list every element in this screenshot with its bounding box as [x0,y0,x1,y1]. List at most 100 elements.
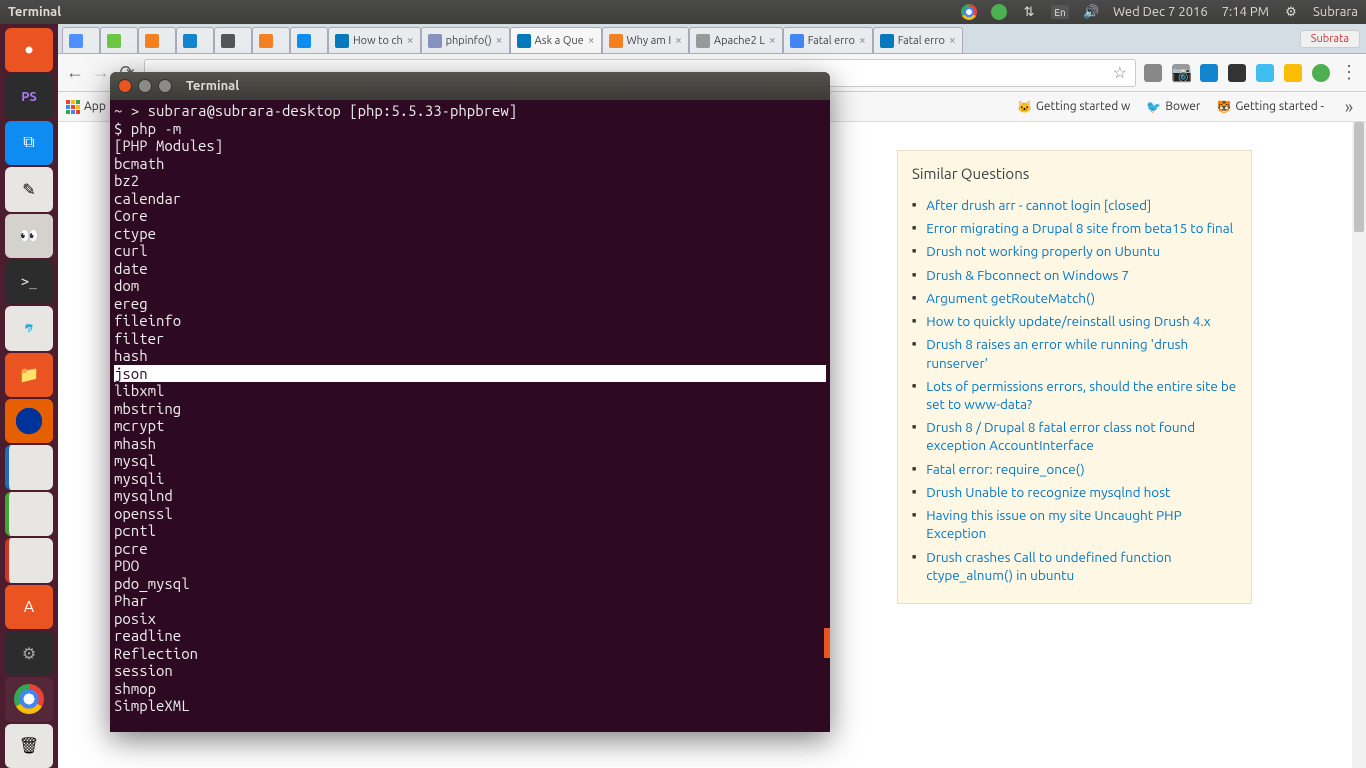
browser-tab[interactable]: Ask a Que× [510,27,602,53]
browser-tab[interactable] [252,27,290,53]
libreoffice-impress-icon[interactable] [5,538,53,582]
mysql-workbench-icon[interactable]: 🐬 [5,306,53,350]
terminal-line: $ php -m [114,120,826,138]
terminal-line: mcrypt [114,417,826,435]
chrome-indicator-icon[interactable] [961,4,977,20]
browser-tab[interactable]: Fatal erro× [783,27,873,53]
browser-tab[interactable] [214,27,252,53]
libreoffice-calc-icon[interactable] [5,492,53,536]
ext-icon[interactable] [1144,64,1162,82]
similar-question-link[interactable]: Drush 8 / Drupal 8 fatal error class not… [926,418,1237,454]
similar-question-link[interactable]: Argument getRouteMatch() [926,289,1095,307]
similar-question-link[interactable]: Drush not working properly on Ubuntu [926,242,1160,260]
similar-question-item: How to quickly update/reinstall using Dr… [912,312,1237,330]
window-minimize-button[interactable] [138,79,152,93]
terminal-scroll-indicator[interactable] [824,628,830,658]
similar-question-link[interactable]: After drush arr - cannot login [closed] [926,196,1151,214]
terminal-titlebar[interactable]: Terminal [110,72,830,100]
browser-tab[interactable]: phpinfo()× [421,27,510,53]
libreoffice-writer-icon[interactable] [5,445,53,489]
trash-icon[interactable]: 🗑 [5,724,53,768]
browser-tab[interactable]: Apache2 L× [689,27,783,53]
similar-question-item: Fatal error: require_once() [912,460,1237,478]
files-icon[interactable]: 📁 [5,353,53,397]
similar-question-link[interactable]: Drush 8 raises an error while running 'd… [926,335,1237,371]
ext-icon[interactable] [1312,64,1330,82]
terminal-line: shmop [114,680,826,698]
star-icon[interactable]: ☆ [1113,63,1127,82]
tab-close-icon[interactable]: × [671,34,682,47]
browser-tab[interactable]: How to ch× [328,27,421,53]
similar-question-link[interactable]: Drush & Fbconnect on Windows 7 [926,266,1129,284]
tab-label: Fatal erro [808,35,855,47]
chrome-icon[interactable] [5,677,53,721]
similar-question-link[interactable]: Having this issue on my site Uncaught PH… [926,506,1237,542]
terminal-line: date [114,260,826,278]
screenshot-icon[interactable]: ⧉ [5,121,53,165]
bookmarks-overflow-icon[interactable]: » [1340,98,1358,116]
similar-question-link[interactable]: Fatal error: require_once() [926,460,1085,478]
ubuntu-menu-bar: Terminal ⇅ En 🔊 Wed Dec 7 2016 7:14 PM ⚙… [0,0,1366,24]
apps-shortcut[interactable]: App [66,100,106,114]
clock-date[interactable]: Wed Dec 7 2016 [1113,5,1208,19]
window-maximize-button[interactable] [158,79,172,93]
session-user[interactable]: Subrara [1313,5,1358,19]
volume-icon[interactable]: 🔊 [1083,4,1099,20]
tab-label: Ask a Que [535,35,584,47]
terminal-icon[interactable]: >_ [5,260,53,304]
ext-icon[interactable]: 📷 [1172,64,1190,82]
scrollbar-thumb[interactable] [1354,122,1364,232]
similar-question-link[interactable]: Error migrating a Drupal 8 site from bet… [926,219,1233,237]
tab-favicon [221,34,235,48]
browser-tab[interactable]: Fatal erro× [873,27,963,53]
dash-icon[interactable] [5,28,53,72]
tab-close-icon[interactable]: × [765,34,776,47]
ext-icon[interactable] [1228,64,1246,82]
browser-tab[interactable] [138,27,176,53]
network-icon[interactable]: ⇅ [1021,4,1037,20]
status-indicator-icon[interactable] [991,4,1007,20]
system-settings-icon[interactable]: ⚙ [5,631,53,675]
window-close-button[interactable] [118,79,132,93]
chrome-menu-icon[interactable]: ⋮ [1340,64,1358,82]
profile-badge[interactable]: Subrata [1300,30,1360,48]
settings-gear-icon[interactable]: ⚙ [1283,4,1299,20]
terminal-body[interactable]: ~ > subrara@subrara-desktop [php:5.5.33-… [110,100,830,717]
ext-icon[interactable] [1256,64,1274,82]
browser-tab[interactable] [100,27,138,53]
software-center-icon[interactable]: A [5,585,53,629]
browser-tab[interactable]: Why am I× [602,27,689,53]
tab-close-icon[interactable]: × [584,34,595,47]
firefox-icon[interactable] [5,399,53,443]
clock-time[interactable]: 7:14 PM [1222,5,1269,19]
bookmark-item[interactable]: 🐱 Getting started w [1017,100,1130,114]
similar-question-link[interactable]: How to quickly update/reinstall using Dr… [926,312,1210,330]
similar-question-link[interactable]: Drush Unable to recognize mysqlnd host [926,483,1170,501]
terminal-title: Terminal [186,79,239,93]
terminal-line: openssl [114,505,826,523]
terminal-line: session [114,662,826,680]
bookmark-item[interactable]: 🐦 Bower [1146,100,1200,114]
tab-close-icon[interactable]: × [492,34,503,47]
browser-tab[interactable] [62,27,100,53]
tab-favicon [259,34,273,48]
ext-icon[interactable] [1200,64,1218,82]
tab-close-icon[interactable]: × [945,34,956,47]
language-indicator[interactable]: En [1051,5,1069,19]
ext-icon[interactable] [1284,64,1302,82]
browser-tab[interactable] [176,27,214,53]
tab-label: Fatal erro [898,35,945,47]
bookmark-item[interactable]: 🐯 Getting started - [1216,100,1324,114]
robot-app-icon[interactable]: 👀 [5,214,53,258]
tab-close-icon[interactable]: × [403,34,414,47]
similar-question-link[interactable]: Drush crashes Call to undefined function… [926,548,1237,584]
tab-close-icon[interactable]: × [855,34,866,47]
phpstorm-icon[interactable]: PS [5,74,53,118]
back-button[interactable]: ← [66,64,84,82]
text-editor-icon[interactable]: ✎ [5,167,53,211]
similar-question-item: Drush not working properly on Ubuntu [912,242,1237,260]
forward-button[interactable]: → [92,64,110,82]
browser-tab[interactable] [290,27,328,53]
page-scrollbar[interactable] [1352,122,1366,768]
similar-question-link[interactable]: Lots of permissions errors, should the e… [926,377,1237,413]
